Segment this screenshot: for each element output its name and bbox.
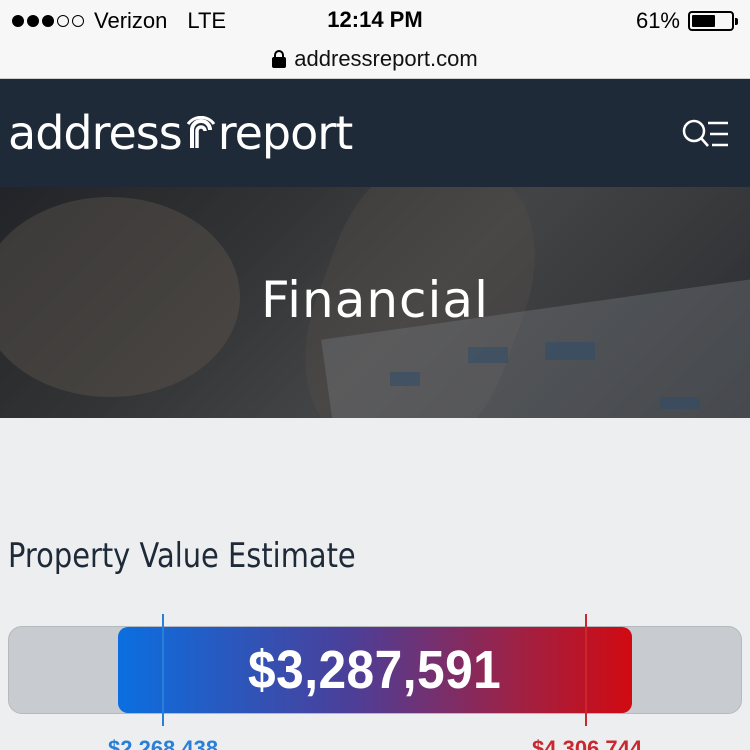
low-value-label: $2,268,438 [108, 736, 219, 750]
site-logo[interactable]: address report [8, 103, 353, 163]
status-bar: Verizon LTE 12:14 PM 61% [0, 0, 750, 40]
logo-text-report: report [217, 106, 353, 160]
lock-icon [272, 50, 287, 68]
search-menu-icon[interactable] [680, 115, 730, 155]
high-value-marker [585, 614, 587, 726]
battery-icon [688, 11, 738, 31]
estimate-bar: $3,287,591 [118, 627, 632, 713]
site-header: address report [0, 79, 750, 187]
hero-banner: Financial [0, 187, 750, 418]
battery-percent: 61% [635, 8, 680, 33]
hero-title: Financial [261, 271, 489, 329]
section-title: Property Value Estimate [8, 536, 356, 576]
low-value-marker [162, 614, 164, 726]
url-text[interactable]: addressreport.com [294, 46, 477, 72]
address-bar[interactable]: addressreport.com [0, 40, 750, 79]
logo-signal-icon [186, 116, 215, 148]
estimate-value: $3,287,591 [248, 640, 502, 700]
logo-text-address: address [8, 106, 183, 160]
battery-info: 61% [635, 8, 738, 34]
high-value-label: $4,306,744 [532, 736, 643, 750]
